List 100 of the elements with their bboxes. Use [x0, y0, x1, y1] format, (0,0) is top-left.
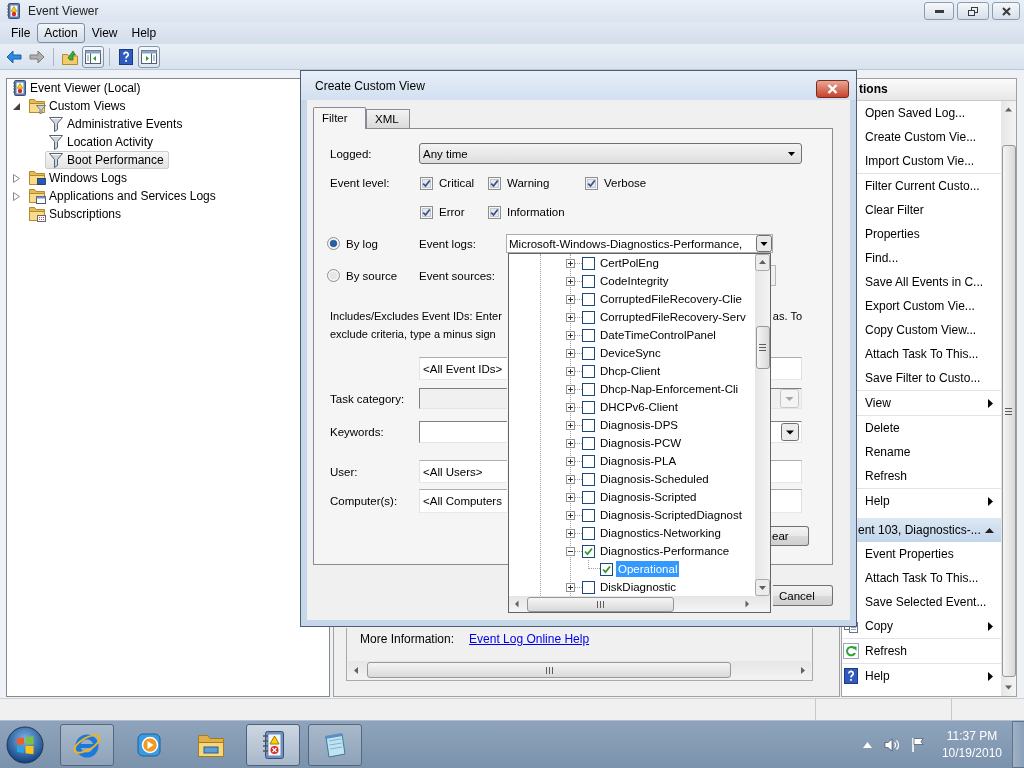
keywords-dropdown[interactable] — [771, 421, 802, 443]
list-item[interactable]: Diagnostics-Networking — [598, 525, 723, 541]
taskbar-button[interactable] — [60, 723, 114, 766]
command-item[interactable]: Save Selected Event... — [859, 590, 1001, 614]
expand-icon[interactable] — [566, 528, 575, 538]
scrollbar-thumb[interactable] — [527, 596, 674, 612]
tree-item[interactable]: Subscriptions — [25, 205, 127, 223]
help-link[interactable]: Event Log Online Help — [469, 631, 590, 647]
expand-icon[interactable] — [566, 294, 575, 304]
command-item[interactable]: Refresh — [859, 639, 1001, 663]
checkbox[interactable] — [582, 274, 595, 288]
clear-button[interactable]: ear — [771, 526, 809, 546]
list-item[interactable]: CorruptedFileRecovery-Clie — [598, 291, 744, 307]
tree-item[interactable]: Applications and Services Logs — [25, 187, 221, 205]
event-logs-dropdown[interactable]: Microsoft-Windows-Diagnostics-Performance, — [506, 234, 773, 253]
cancel-button[interactable]: Cancel — [773, 585, 833, 606]
expand-icon[interactable] — [566, 582, 575, 592]
list-item[interactable]: CorruptedFileRecovery-Serv — [598, 309, 748, 325]
scroll-down-icon[interactable] — [755, 579, 770, 596]
list-item[interactable]: Dhcp-Nap-Enforcement-Cli — [598, 381, 741, 397]
tab[interactable]: Filter — [313, 107, 366, 129]
expand-icon[interactable] — [566, 456, 575, 466]
keywords-dropdown[interactable] — [419, 421, 507, 443]
list-item[interactable]: CertPolEng — [598, 255, 661, 271]
list-item[interactable]: Diagnosis-ScriptedDiagnost — [598, 507, 744, 523]
checkbox[interactable] — [582, 526, 595, 540]
expand-icon[interactable] — [566, 510, 575, 520]
close-button[interactable] — [816, 80, 849, 98]
checkbox[interactable] — [582, 310, 595, 324]
user-field[interactable]: <All Users> — [419, 460, 507, 483]
collapse-icon[interactable] — [566, 546, 575, 556]
command-item[interactable]: Delete — [859, 416, 1001, 440]
menu-item[interactable]: Help — [124, 23, 164, 43]
command-item[interactable]: Clear Filter — [859, 198, 1001, 222]
radio-button[interactable] — [327, 269, 340, 282]
command-item[interactable]: Copy Custom View... — [859, 318, 1001, 342]
checkbox[interactable] — [582, 346, 595, 360]
expand-icon[interactable] — [566, 366, 575, 376]
event-ids-field[interactable] — [771, 357, 802, 380]
scrollbar-thumb[interactable] — [367, 662, 731, 678]
taskbar-button[interactable] — [246, 723, 300, 766]
task-category-dropdown[interactable] — [771, 388, 802, 409]
close-button[interactable] — [992, 2, 1020, 20]
list-item[interactable]: Diagnostics-Performance — [598, 543, 732, 559]
checkbox[interactable] — [582, 382, 595, 396]
checkbox[interactable] — [582, 472, 595, 486]
list-item[interactable]: DHCPv6-Client — [598, 399, 680, 415]
list-item[interactable]: Diagnosis-DPS — [598, 417, 680, 433]
start-button[interactable] — [5, 724, 45, 765]
checkbox[interactable] — [582, 400, 595, 414]
checkbox[interactable] — [488, 205, 501, 219]
expand-icon[interactable] — [566, 348, 575, 358]
checkbox[interactable] — [582, 418, 595, 432]
expand-icon[interactable] — [566, 492, 575, 502]
command-item[interactable]: Filter Current Custo... — [859, 174, 1001, 198]
expand-icon[interactable] — [566, 438, 575, 448]
dropdown-button-icon[interactable] — [781, 423, 799, 441]
tab[interactable]: XML — [366, 109, 410, 128]
checkbox[interactable] — [582, 508, 595, 522]
list-item[interactable]: Diagnosis-Scripted — [598, 489, 699, 505]
command-item[interactable]: Help — [859, 489, 1001, 513]
checkbox[interactable] — [582, 328, 595, 342]
scroll-up-icon[interactable] — [755, 254, 770, 271]
list-item[interactable]: Diagnosis-Scheduled — [598, 471, 711, 487]
expand-icon[interactable] — [566, 258, 575, 268]
checkbox[interactable] — [585, 176, 598, 190]
computers-field[interactable]: <All Computers — [419, 489, 507, 513]
command-item[interactable]: Import Custom Vie... — [859, 149, 1001, 173]
console-tree-button[interactable] — [82, 45, 104, 68]
list-item[interactable]: CodeIntegrity — [598, 273, 671, 289]
command-item[interactable]: Attach Task To This... — [859, 342, 1001, 366]
dropdown-button-icon[interactable] — [756, 235, 772, 252]
flag-icon[interactable] — [910, 737, 925, 752]
expand-icon[interactable] — [566, 312, 575, 322]
section-header[interactable]: ent 103, Diagnostics-... — [857, 518, 1001, 542]
checkbox[interactable] — [582, 436, 595, 450]
menu-item[interactable]: File — [4, 23, 38, 43]
minimize-button[interactable] — [924, 2, 954, 20]
caret-up-icon[interactable] — [862, 741, 872, 748]
user-field[interactable] — [771, 460, 802, 483]
checkbox[interactable] — [582, 364, 595, 378]
menu-item[interactable]: Action — [37, 23, 85, 43]
scrollbar-thumb[interactable] — [755, 326, 770, 369]
command-item[interactable]: Save Filter to Custo... — [859, 366, 1001, 390]
restore-button[interactable] — [957, 2, 989, 20]
command-item[interactable]: Open Saved Log... — [859, 101, 1001, 125]
expand-icon[interactable] — [566, 330, 575, 340]
tree-item[interactable]: Custom Views — [25, 97, 131, 115]
checkbox[interactable] — [582, 256, 595, 270]
event-ids-field[interactable]: <All Event IDs> — [419, 357, 507, 380]
command-item[interactable]: Properties — [859, 222, 1001, 246]
action-pane-button[interactable] — [138, 45, 160, 68]
expand-icon[interactable] — [566, 276, 575, 286]
tree-item[interactable]: Location Activity — [45, 133, 159, 151]
command-item[interactable]: Attach Task To This... — [859, 566, 1001, 590]
list-item[interactable]: Dhcp-Client — [598, 363, 663, 379]
command-item[interactable]: Save All Events in C... — [859, 270, 1001, 294]
logged-dropdown[interactable]: Any time — [419, 143, 802, 164]
expand-icon[interactable] — [566, 420, 575, 430]
command-item[interactable]: Help — [859, 664, 1001, 688]
